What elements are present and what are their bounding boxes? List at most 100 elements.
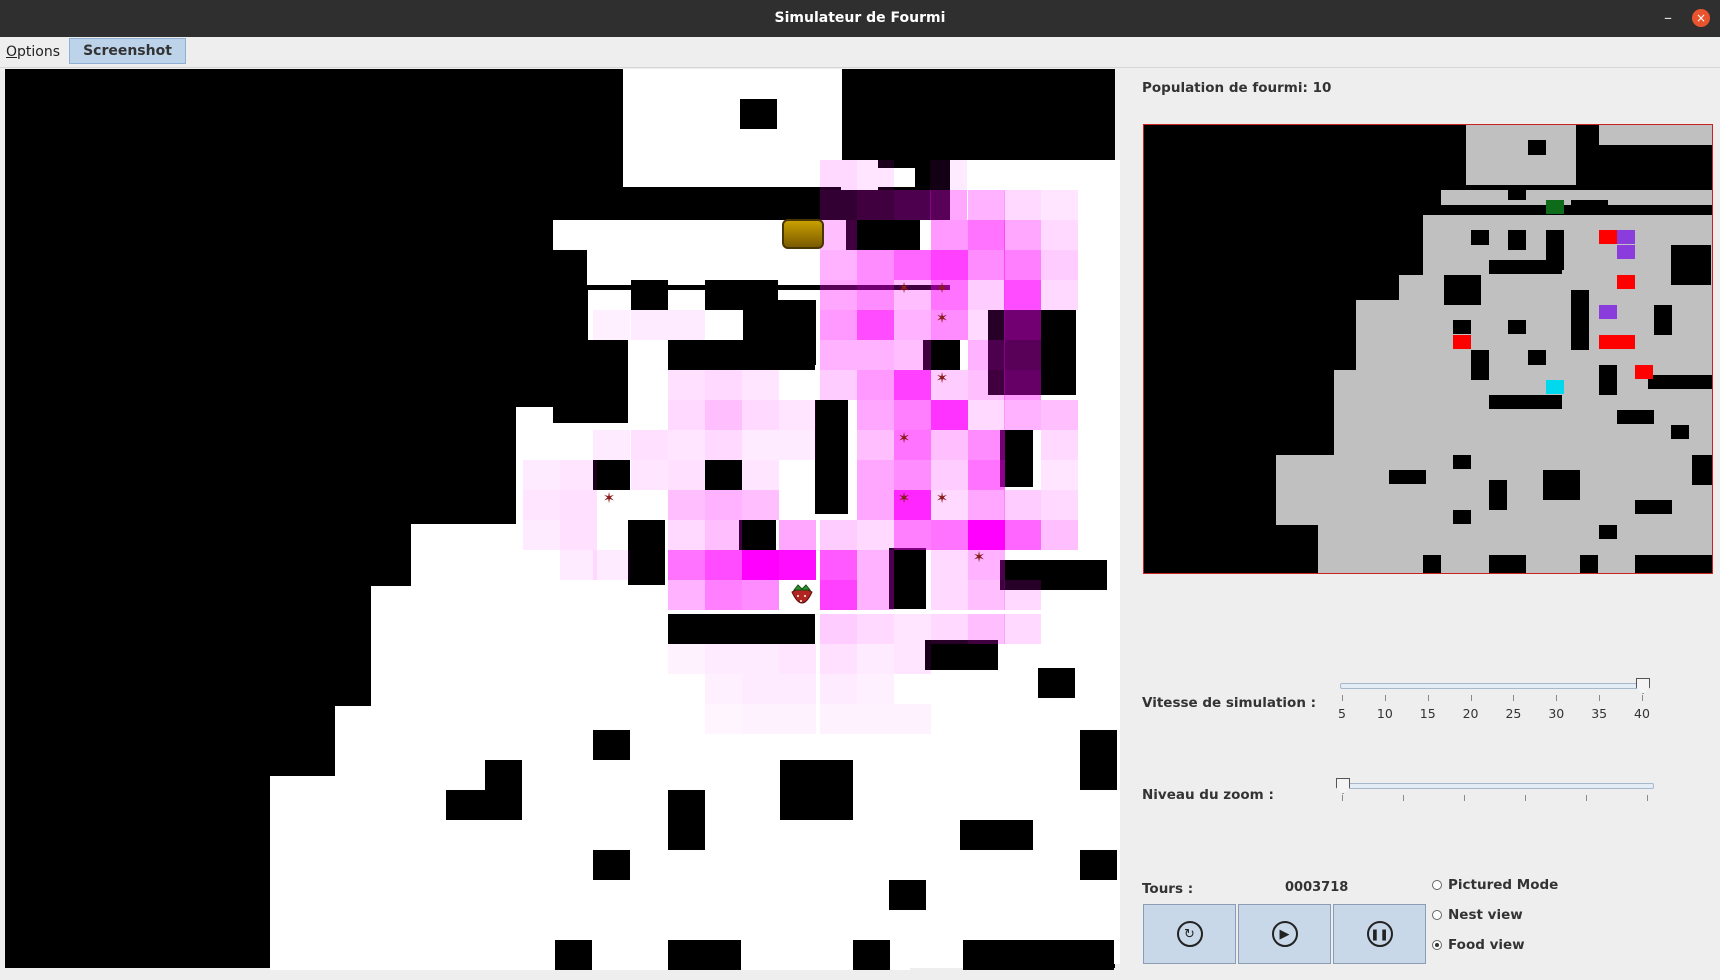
minimap-wall [1571,290,1589,350]
radio-food-view[interactable]: Food view [1432,937,1525,953]
speed-slider-thumb[interactable] [1636,678,1650,694]
simulation-grid[interactable]: ✶ ✶ ✶ ✶ ✶ ✶ ✶ ✶ ✶ [5,69,1120,970]
pheromone-cell [857,704,894,734]
reset-button[interactable]: ↻ [1143,904,1236,964]
pheromone-cell [705,490,742,520]
pheromone-cell [523,490,560,520]
speed-tick [1427,695,1429,701]
ant-icon: ✶ [897,279,911,297]
radio-pictured-mode[interactable]: Pictured Mode [1432,877,1558,893]
pheromone-cell [820,160,857,190]
pheromone-cell [968,430,1005,460]
pheromone-cell [894,614,931,644]
minimap-wall [1489,555,1526,573]
minimap [1143,124,1713,574]
pheromone-cell [1004,250,1041,280]
speed-label: Vitesse de simulation : [1142,695,1317,711]
close-button[interactable]: × [1692,9,1710,27]
radio-nest-view[interactable]: Nest view [1432,907,1523,923]
speed-tick-label: 20 [1462,706,1479,721]
zoom-slider-thumb[interactable] [1336,778,1350,794]
radio-label: Pictured Mode [1448,877,1559,893]
speed-tick-label: 35 [1591,706,1608,721]
pheromone-cell [1041,220,1078,250]
radio-dot [1432,910,1442,920]
zoom-tick [1464,795,1465,801]
pheromone-cell [857,160,894,190]
pheromone-cell [857,190,894,220]
pheromone-cell [668,370,705,400]
pheromone-cell [968,310,1005,340]
basket-icon [782,219,824,249]
wall-cell [446,790,522,820]
window-title: Simulateur de Fourmi [774,10,946,26]
title-bar: Simulateur de Fourmi – × [0,0,1720,37]
pheromone-cell [820,614,857,644]
pheromone-cell [668,310,705,340]
ant-icon: ✶ [972,548,986,566]
wall-cell [593,460,630,490]
speed-tick [1642,695,1643,701]
pheromone-cell [705,400,742,430]
pheromone-cell [894,310,931,340]
minimap-wall [1489,480,1507,510]
minimap-wall [1471,230,1489,245]
pheromone-cell [1004,310,1041,340]
pheromone-cell [931,614,968,644]
pheromone-cell [857,430,894,460]
pheromone-cell [779,520,816,550]
pheromone-cell [1004,614,1041,644]
pheromone-cell [1041,430,1078,460]
menu-options-label: ptions [17,44,61,60]
pause-button[interactable]: ❚❚ [1333,904,1426,964]
pheromone-cell [742,460,779,490]
minimap-wall [1508,185,1526,200]
pheromone-cell [820,310,857,340]
speed-tick [1470,695,1472,701]
minimap-ant [1635,365,1653,379]
zoom-slider-track[interactable] [1339,783,1654,789]
pheromone-cell [668,460,705,490]
pheromone-cell [705,674,742,704]
speed-slider-track[interactable] [1340,683,1648,689]
pheromone-cell [857,520,894,550]
wall-cell [593,730,630,760]
menu-options[interactable]: Options [6,42,60,62]
pheromone-cell [894,520,931,550]
control-panel: Population de fourmi: 10 Vitesse de simu… [1120,69,1720,980]
minimize-button[interactable]: – [1658,6,1678,30]
pheromone-cell [631,460,668,490]
minimap-floor [1423,215,1712,275]
pheromone-cell [894,460,931,490]
menu-screenshot[interactable]: Screenshot [69,38,186,64]
minimap-ant [1599,335,1617,349]
speed-tick [1599,695,1601,701]
pheromone-cell [668,490,705,520]
minimap-ant [1617,230,1635,244]
minimap-wall [1599,365,1617,395]
wall-cell [628,520,665,585]
pheromone-cell [1004,370,1041,400]
pheromone-cell [857,550,894,580]
pheromone-cell [779,704,816,734]
pheromone-cell [631,430,668,460]
pheromone-cell [820,580,857,610]
pheromone-cell [968,400,1005,430]
pheromone-cell [931,400,968,430]
wall-cell [705,460,742,490]
minimap-wall [1692,455,1712,485]
minimap-wall [1389,470,1426,484]
pheromone-cell [1041,190,1078,220]
minimap-floor [1466,125,1576,185]
wall-cell [815,400,848,514]
wall-cell [740,99,777,129]
pheromone-cell [820,340,857,370]
pheromone-cell [668,644,705,674]
pheromone-cell [931,550,968,580]
reset-icon: ↻ [1176,921,1203,947]
minimap-wall [1648,375,1712,389]
pheromone-cell [560,550,597,580]
play-button[interactable]: ▶ [1238,904,1331,964]
pheromone-cell [593,310,630,340]
strawberry-icon [787,580,817,610]
